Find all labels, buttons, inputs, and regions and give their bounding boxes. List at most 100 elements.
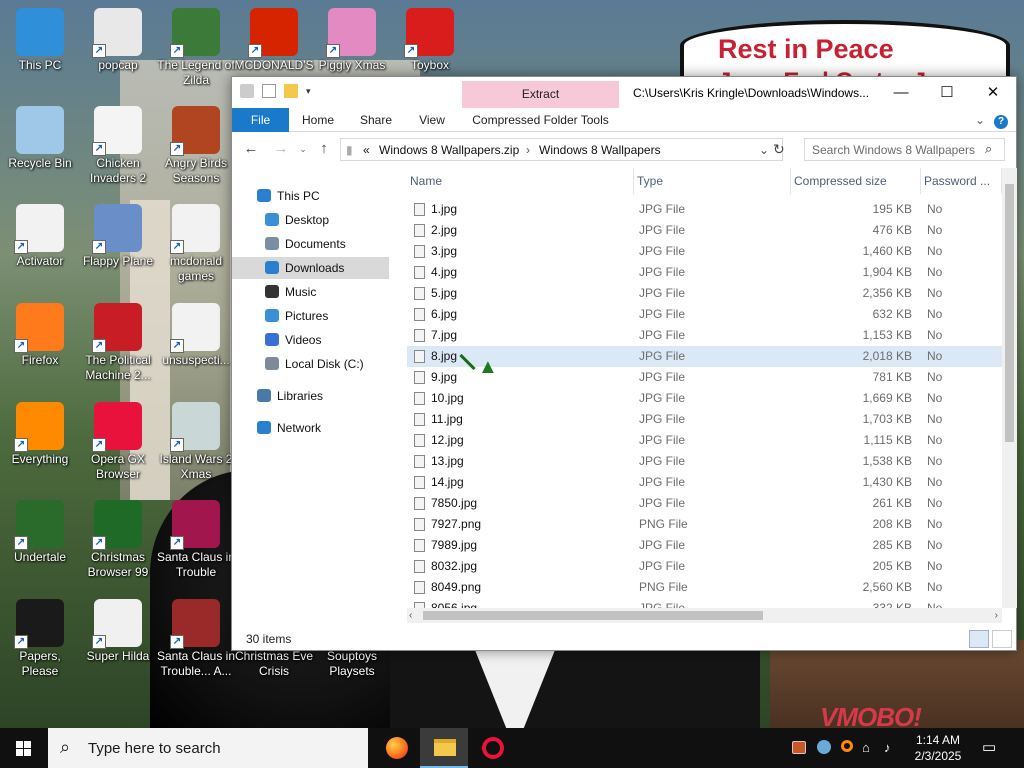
chevron-down-icon[interactable]: ⌄ [972,108,988,132]
desktop-icon[interactable]: ↗ Super Hilda [78,597,158,689]
back-icon[interactable]: ← [242,140,260,158]
tab-share[interactable]: Share [352,108,400,132]
taskbar-firefox[interactable] [372,728,420,768]
vertical-scroll-thumb[interactable] [1005,184,1014,442]
scroll-left-icon[interactable]: ‹ [409,608,412,623]
table-row[interactable]: 3.jpg JPG File 1,460 KB No [407,241,1002,262]
address-bar[interactable]: ▮ « Windows 8 Wallpapers.zip › Windows 8… [340,138,783,161]
desktop-icon[interactable]: ↗ The Political Machine 2... [78,301,158,393]
desktop-icon[interactable]: ↗ mcdonald games [156,202,236,294]
desktop-icon[interactable]: ↗ Activator [0,202,80,294]
desktop-icon[interactable]: ↗ Santa Claus in Trouble [156,498,236,590]
tab-home[interactable]: Home [294,108,342,132]
breadcrumb-zip[interactable]: Windows 8 Wallpapers.zip [379,143,519,157]
column-password[interactable]: Password ... [921,168,1002,194]
table-row[interactable]: 10.jpg JPG File 1,669 KB No [407,388,1002,409]
notifications-icon[interactable]: ▭ [982,728,1002,768]
sidebar-item-pictures[interactable]: Pictures [265,305,328,327]
desktop-icon[interactable]: ↗ The Legend of Zilda [156,6,236,98]
sidebar-item-music[interactable]: Music [265,281,316,303]
desktop-icon[interactable]: ↗ Santa Claus in Trouble... A... [156,597,236,689]
help-icon[interactable]: ? [992,108,1010,132]
column-name[interactable]: Name [407,168,634,194]
sidebar-item-videos[interactable]: Videos [265,329,321,351]
recent-locations-icon[interactable]: ⌄ [294,140,312,158]
address-prefix[interactable]: « [363,143,370,157]
desktop-icon[interactable]: ↗ popcap [78,6,158,98]
taskbar-file-explorer[interactable] [420,728,468,768]
desktop-icon[interactable]: ↗ unsuspecti... [156,301,236,393]
desktop-icon[interactable]: ↗ Angry Birds Seasons [156,104,236,196]
details-view-icon[interactable] [969,630,989,648]
horizontal-scrollbar[interactable]: ‹ › [407,608,1002,623]
desktop-icon[interactable]: Recycle Bin [0,104,80,196]
new-folder-icon[interactable] [284,84,298,98]
refresh-icon[interactable]: ↻ [773,141,785,158]
sidebar-item-downloads[interactable]: Downloads [232,257,389,279]
table-row[interactable]: 7850.jpg JPG File 261 KB No [407,493,1002,514]
desktop-icon[interactable]: ↗ Opera GX Browser [78,400,158,492]
desktop-icon[interactable]: ↗ Christmas Browser 99 [78,498,158,590]
desktop-icon[interactable]: ↗ Island Wars 2 Xmas [156,400,236,492]
context-tab-extract[interactable]: Extract [462,81,619,108]
clock[interactable]: 1:14 AM 2/3/2025 [900,732,976,764]
tray-network-people-icon[interactable] [814,728,834,768]
breadcrumb-folder[interactable]: Windows 8 Wallpapers [539,143,661,157]
table-row[interactable]: 8032.jpg JPG File 205 KB No [407,556,1002,577]
sidebar-item-this-pc[interactable]: This PC [257,185,320,207]
table-row[interactable]: 13.jpg JPG File 1,538 KB No [407,451,1002,472]
table-row[interactable]: 6.jpg JPG File 632 KB No [407,304,1002,325]
desktop-icon[interactable]: ↗ Chicken Invaders 2 [78,104,158,196]
file-explorer-window[interactable]: ▾ Extract C:\Users\Kris Kringle\Download… [231,76,1017,651]
table-row[interactable]: 1.jpg JPG File 195 KB No [407,199,1002,220]
tab-compressed-folder-tools[interactable]: Compressed Folder Tools [462,108,619,132]
taskbar-search[interactable]: ⌕ Type here to search [48,728,368,768]
tray-defender-icon[interactable] [790,728,808,768]
table-row[interactable]: 7.jpg JPG File 1,153 KB No [407,325,1002,346]
table-row[interactable]: 12.jpg JPG File 1,115 KB No [407,430,1002,451]
horizontal-scroll-thumb[interactable] [423,611,763,620]
desktop-icon[interactable]: This PC [0,6,80,98]
forward-icon[interactable]: → [272,140,290,158]
tray-everything-icon[interactable] [838,728,858,768]
table-row[interactable]: 11.jpg JPG File 1,703 KB No [407,409,1002,430]
table-row[interactable]: 8049.png PNG File 2,560 KB No [407,577,1002,598]
tab-file[interactable]: File [232,108,289,132]
desktop-icon[interactable]: ↗ Undertale [0,498,80,590]
table-row[interactable]: 5.jpg JPG File 2,356 KB No [407,283,1002,304]
sidebar-item-documents[interactable]: Documents [265,233,346,255]
tab-view[interactable]: View [408,108,456,132]
table-row[interactable]: 7989.jpg JPG File 285 KB No [407,535,1002,556]
desktop-icon[interactable]: ↗ Papers, Please [0,597,80,689]
minimize-button[interactable]: — [878,77,924,108]
sidebar-item-libraries[interactable]: Libraries [257,385,323,407]
desktop-icon[interactable]: ↗ Firefox [0,301,80,393]
column-type[interactable]: Type [634,168,791,194]
table-row[interactable]: 7927.png PNG File 208 KB No [407,514,1002,535]
vertical-scrollbar[interactable] [1002,168,1017,608]
chevron-down-icon[interactable]: ⌄ [759,143,769,157]
taskbar-opera-gx[interactable] [468,728,516,768]
title-bar[interactable]: ▾ Extract C:\Users\Kris Kringle\Download… [232,77,1016,108]
desktop-icon[interactable]: ↗ Everything [0,400,80,492]
chevron-down-icon[interactable]: ▾ [306,84,320,98]
up-icon[interactable]: ↑ [315,140,333,158]
scroll-right-icon[interactable]: › [995,608,998,623]
table-row[interactable]: 2.jpg JPG File 476 KB No [407,220,1002,241]
volume-icon[interactable]: ♪ [884,728,898,768]
wifi-icon[interactable]: ⌂ [862,728,880,768]
properties-icon[interactable] [262,84,276,98]
maximize-button[interactable]: ☐ [924,77,970,108]
file-type: JPG File [639,475,686,489]
close-button[interactable]: ✕ [970,77,1016,108]
desktop-icon[interactable]: ↗ Flappy Plane [78,202,158,294]
start-button[interactable] [0,728,48,768]
table-row[interactable]: 4.jpg JPG File 1,904 KB No [407,262,1002,283]
sidebar-item-network[interactable]: Network [257,417,321,439]
sidebar-item-local-disk-c[interactable]: Local Disk (C:) [265,353,364,375]
column-compressed-size[interactable]: Compressed size [791,168,921,194]
table-row[interactable]: 14.jpg JPG File 1,430 KB No [407,472,1002,493]
large-icons-view-icon[interactable] [992,630,1012,648]
search-input[interactable]: Search Windows 8 Wallpapers ⌕ [804,138,1005,161]
sidebar-item-desktop[interactable]: Desktop [265,209,329,231]
